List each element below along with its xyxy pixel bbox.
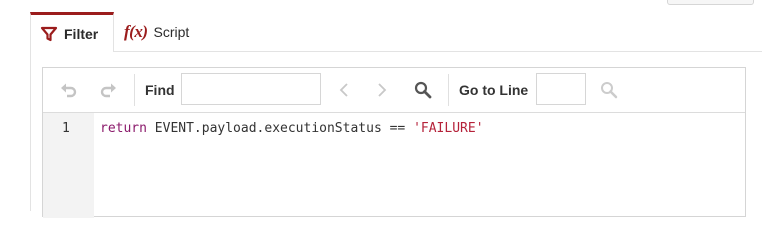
chevron-left-icon[interactable] <box>334 80 354 100</box>
find-input[interactable] <box>181 73 321 105</box>
redo-icon[interactable] <box>98 80 118 100</box>
tab-filter[interactable]: Filter <box>30 12 114 52</box>
funnel-icon <box>40 25 58 43</box>
goto-search-icon[interactable] <box>599 80 619 100</box>
goto-line-label: Go to Line <box>459 82 529 98</box>
code-string: 'FAILURE' <box>413 121 484 136</box>
toolbar-separator <box>134 74 135 106</box>
line-number-gutter: 1 <box>43 113 94 218</box>
line-number: 1 <box>62 121 70 136</box>
goto-line-input[interactable] <box>536 73 586 105</box>
tab-script-label: Script <box>153 24 190 40</box>
tab-bar: Filter f(x) Script <box>30 12 762 52</box>
code-editor[interactable]: Find Go to Line 1 return EVENT.payload.e… <box>42 67 746 218</box>
toolbar-separator <box>448 74 449 106</box>
chevron-right-icon[interactable] <box>372 80 392 100</box>
tab-script[interactable]: f(x) Script <box>124 12 189 52</box>
function-icon: f(x) <box>124 22 148 41</box>
search-icon[interactable] <box>413 80 433 100</box>
code-expression: EVENT.payload.executionStatus == <box>146 121 414 136</box>
find-label: Find <box>145 82 175 98</box>
undo-icon[interactable] <box>59 80 79 100</box>
code-keyword: return <box>100 121 147 136</box>
tab-filter-label: Filter <box>64 25 99 42</box>
top-right-button[interactable] <box>667 0 754 5</box>
code-line[interactable]: return EVENT.payload.executionStatus == … <box>100 121 484 136</box>
editor-toolbar: Find Go to Line <box>43 68 745 113</box>
